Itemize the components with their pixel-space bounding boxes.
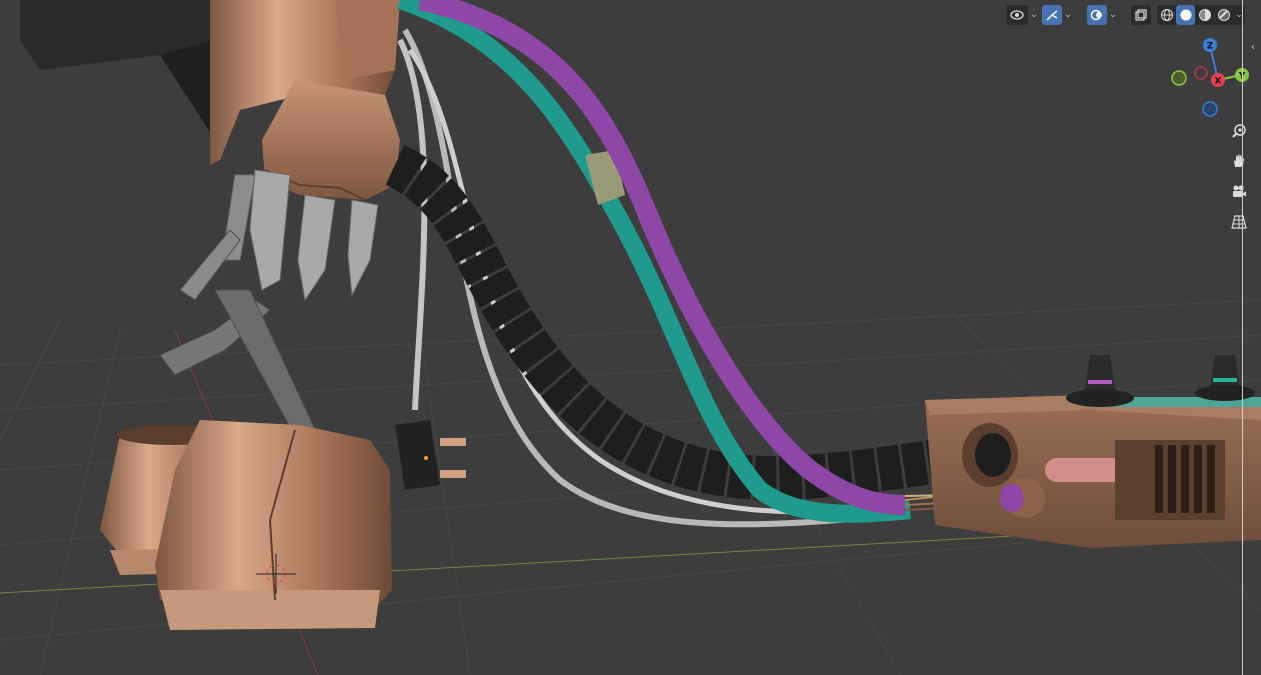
zoom-icon [1232,124,1246,138]
camera-view-button[interactable] [1227,180,1251,204]
perspective-toggle-button[interactable] [1227,210,1251,234]
material-preview-icon[interactable] [1195,5,1214,25]
hand-icon [1234,154,1244,167]
x-axis-label: X [1215,77,1222,87]
grid-icon [1231,215,1247,229]
zoom-button[interactable] [1227,119,1251,143]
gizmo-icon[interactable] [1042,5,1062,25]
chevron-down-icon[interactable]: ⌄ [1107,5,1119,25]
xray-icon[interactable] [1131,5,1151,25]
region-divider[interactable] [1242,0,1243,675]
overlays-menu[interactable]: ⌄ [1087,5,1119,25]
neg-x-axis-handle [1194,66,1208,80]
xray-toggle[interactable] [1131,5,1151,25]
eye-icon[interactable] [1006,5,1028,25]
solid-shading-icon[interactable] [1176,5,1195,25]
shading-modes[interactable]: ⌄ [1157,5,1245,25]
rendered-shading-icon[interactable] [1214,5,1233,25]
linkage [159,229,321,446]
scene-render [0,0,1261,675]
feet [100,420,392,630]
chevron-down-icon[interactable]: ⌄ [1028,5,1040,25]
pan-button[interactable] [1227,149,1251,173]
wireframe-shading-icon[interactable] [1157,5,1176,25]
chevron-left-icon[interactable]: ‹ [1251,42,1255,53]
chevron-down-icon[interactable]: ⌄ [1233,5,1245,25]
plug [395,420,466,490]
3d-viewport[interactable]: ⌄ ⌄ ⌄ ⌄ Z X ‹ [0,0,1261,675]
z-axis-label: Z [1207,42,1214,52]
camera-icon [1233,185,1246,197]
gizmo-menu[interactable]: ⌄ [1042,5,1074,25]
neg-z-axis-handle [1202,101,1218,117]
visibility-menu[interactable]: ⌄ [1006,5,1040,25]
neg-y-axis-handle [1171,70,1187,86]
white-cable [397,38,428,411]
chevron-down-icon[interactable]: ⌄ [1062,5,1074,25]
overlays-icon[interactable] [1087,5,1107,25]
